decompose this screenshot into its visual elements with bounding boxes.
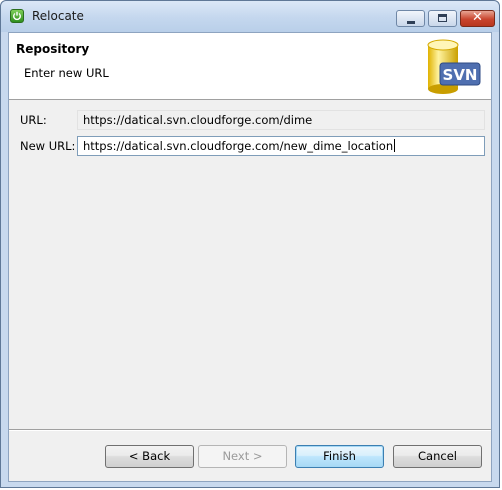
new-url-value: https://datical.svn.cloudforge.com/new_d…	[83, 139, 394, 153]
finish-button[interactable]: Finish	[295, 445, 384, 468]
next-button[interactable]: Next >	[198, 445, 287, 468]
cancel-button[interactable]: Cancel	[393, 445, 482, 468]
svn-repository-icon: SVN	[427, 39, 481, 94]
svn-logo-text: SVN	[443, 66, 478, 84]
power-icon	[10, 9, 24, 23]
window-title: Relocate	[32, 9, 84, 23]
dialog-body: Repository Enter new URL SVN URL: https:…	[8, 32, 492, 482]
maximize-button[interactable]	[428, 10, 457, 27]
wizard-banner: Repository Enter new URL SVN	[9, 33, 491, 100]
banner-description: Enter new URL	[24, 66, 109, 80]
close-icon: ✕	[472, 10, 483, 25]
minimize-button[interactable]	[396, 10, 425, 27]
button-separator	[9, 429, 491, 431]
url-value: https://datical.svn.cloudforge.com/dime	[83, 113, 313, 127]
minimize-icon	[407, 21, 415, 24]
banner-title: Repository	[16, 42, 90, 56]
text-caret	[394, 139, 396, 152]
title-bar[interactable]: Relocate ✕	[1, 1, 499, 32]
new-url-label: New URL:	[20, 139, 76, 153]
url-field: https://datical.svn.cloudforge.com/dime	[77, 110, 485, 130]
close-button[interactable]: ✕	[460, 10, 495, 27]
new-url-input[interactable]: https://datical.svn.cloudforge.com/new_d…	[77, 136, 485, 156]
maximize-icon	[438, 14, 447, 22]
url-label: URL:	[20, 113, 47, 127]
back-button[interactable]: < Back	[105, 445, 194, 468]
relocate-dialog: Relocate ✕ Repository Enter new URL SVN …	[0, 0, 500, 488]
